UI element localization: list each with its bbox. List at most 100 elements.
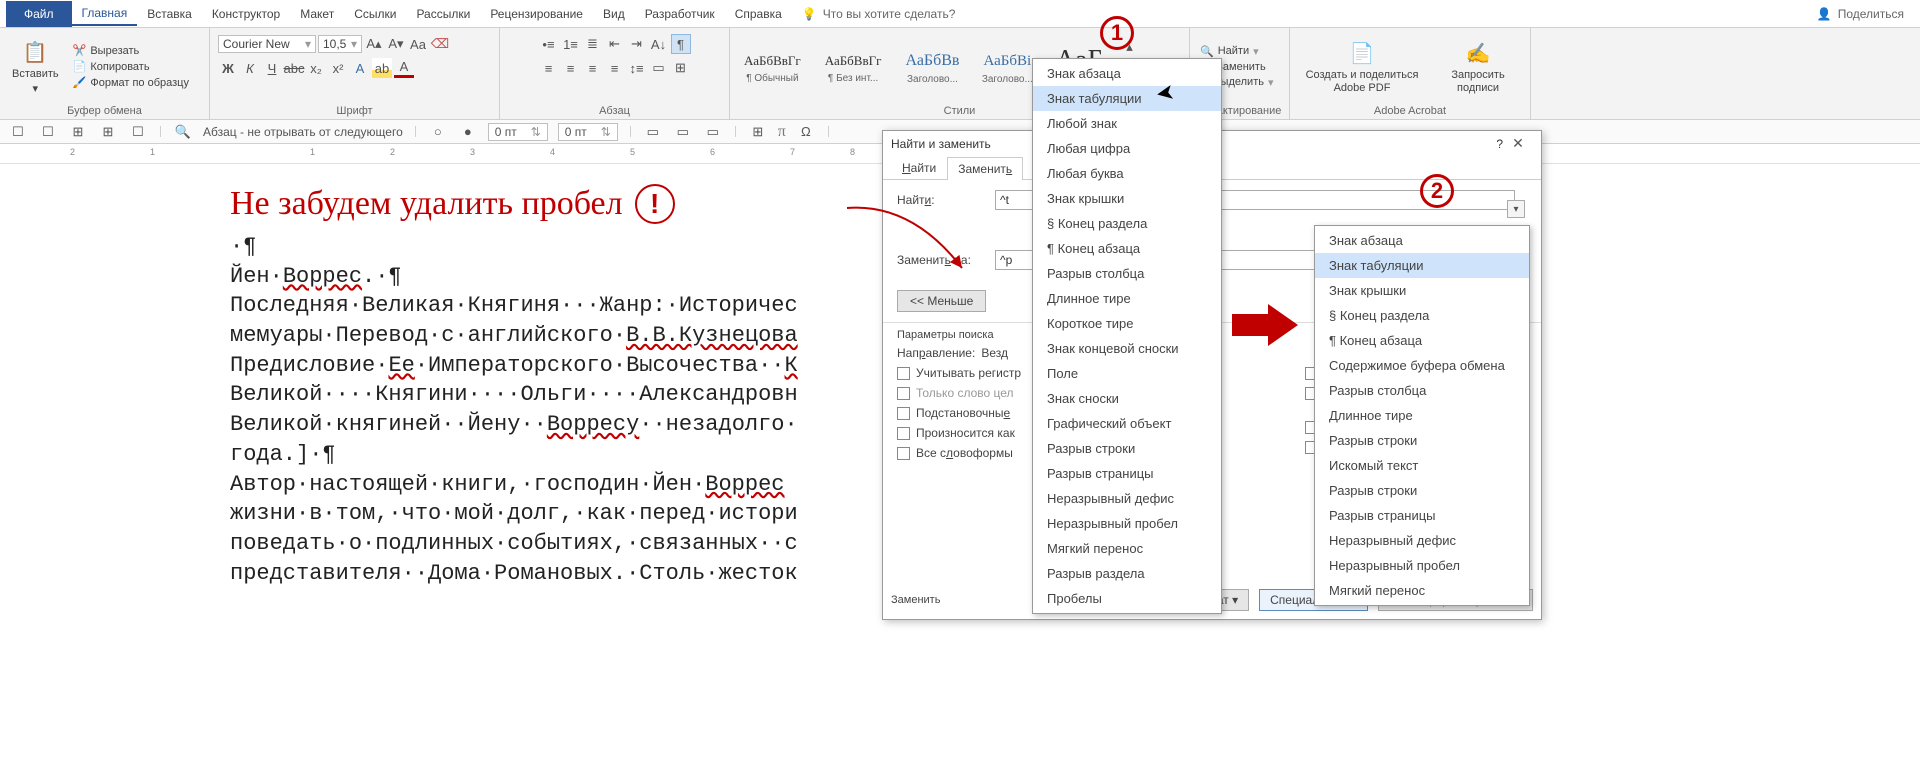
tab-review[interactable]: Рецензирование — [480, 3, 593, 25]
opt-radio-2[interactable]: ● — [458, 122, 478, 142]
tab-view[interactable]: Вид — [593, 3, 635, 25]
special-menu-item[interactable]: Графический объект — [1033, 411, 1221, 436]
style-nospacing[interactable]: АаБбВвГг¶ Без инт... — [817, 49, 890, 84]
find-button[interactable]: 🔍Найти▾ — [1196, 44, 1278, 59]
chk-forms[interactable]: Все словоформы — [897, 443, 1025, 463]
special-menu-item[interactable]: Разрыв строки — [1315, 428, 1529, 453]
special-menu-item[interactable]: Разрыв страницы — [1315, 503, 1529, 528]
tab-mailings[interactable]: Рассылки — [406, 3, 480, 25]
opt-d[interactable]: ⊞ — [748, 122, 768, 142]
indent-right-spin[interactable]: 0 пт⇅ — [558, 123, 618, 141]
numbering-button[interactable]: 1≡ — [561, 34, 581, 54]
subscript-button[interactable]: x₂ — [306, 58, 326, 78]
acrobat-create-button[interactable]: 📄 Создать и поделиться Adobe PDF — [1296, 37, 1428, 95]
clear-format-button[interactable]: ⌫ — [430, 34, 450, 54]
show-marks-button[interactable]: ¶ — [671, 34, 691, 54]
text-effects-button[interactable]: A — [350, 58, 370, 78]
opt-b[interactable]: ▭ — [673, 122, 693, 142]
special-menu-item[interactable]: § Конец раздела — [1315, 303, 1529, 328]
sort-button[interactable]: A↓ — [649, 34, 669, 54]
indent-left-spin[interactable]: 0 пт⇅ — [488, 123, 548, 141]
reveal-formatting-button[interactable]: 🔍 — [173, 122, 193, 142]
special-menu-item[interactable]: Длинное тире — [1033, 286, 1221, 311]
special-menu-item[interactable]: Разрыв страницы — [1033, 461, 1221, 486]
special-menu-item[interactable]: Разрыв строки — [1315, 478, 1529, 503]
multilevel-button[interactable]: ≣ — [583, 34, 603, 54]
superscript-button[interactable]: x² — [328, 58, 348, 78]
cut-button[interactable]: ✂️Вырезать — [69, 43, 193, 58]
opt-radio-1[interactable]: ○ — [428, 122, 448, 142]
special-menu-item[interactable]: Поле — [1033, 361, 1221, 386]
special-menu-item[interactable]: ¶ Конец абзаца — [1315, 328, 1529, 353]
style-heading1[interactable]: АаБбВвЗаголово... — [897, 48, 967, 85]
strike-button[interactable]: abc — [284, 58, 304, 78]
chk-wild[interactable]: Подстановочные — [897, 403, 1025, 423]
font-color-button[interactable]: A — [394, 58, 414, 78]
line-spacing-button[interactable]: ↕≡ — [627, 58, 647, 78]
shrink-font-button[interactable]: A▾ — [386, 34, 406, 54]
align-center-button[interactable]: ≡ — [561, 58, 581, 78]
special-menu-item[interactable]: Любой знак — [1033, 111, 1221, 136]
special-menu-item[interactable]: Искомый текст — [1315, 453, 1529, 478]
special-menu-item[interactable]: Любая цифра — [1033, 136, 1221, 161]
chk-case[interactable]: Учитывать регистр — [897, 363, 1025, 383]
tell-me[interactable]: 💡 Что вы хотите сделать? — [802, 7, 956, 21]
decrease-indent-button[interactable]: ⇤ — [605, 34, 625, 54]
special-menu-item[interactable]: Знак абзаца — [1033, 61, 1221, 86]
close-button[interactable]: ✕ — [1503, 135, 1533, 152]
special-menu-item[interactable]: Знак концевой сноски — [1033, 336, 1221, 361]
tab-design[interactable]: Конструктор — [202, 3, 290, 25]
tab-layout[interactable]: Макет — [290, 3, 344, 25]
less-button[interactable]: << Меньше — [897, 290, 986, 312]
special-menu-item[interactable]: Неразрывный дефис — [1033, 486, 1221, 511]
special-menu-item[interactable]: § Конец раздела — [1033, 211, 1221, 236]
underline-button[interactable]: Ч — [262, 58, 282, 78]
special-menu-item[interactable]: Знак сноски — [1033, 386, 1221, 411]
bullets-button[interactable]: •≡ — [539, 34, 559, 54]
tab-developer[interactable]: Разработчик — [635, 3, 725, 25]
style-heading2[interactable]: АаБбВіЗаголово... — [975, 49, 1039, 85]
opt-btn-4[interactable]: ⊞ — [98, 122, 118, 142]
dlg-tab-find[interactable]: Найти — [891, 156, 947, 179]
tab-home[interactable]: Главная — [72, 2, 138, 26]
chk-whole[interactable]: Только слово цел — [897, 383, 1025, 403]
special-menu-item[interactable]: Мягкий перенос — [1033, 536, 1221, 561]
special-menu-item[interactable]: Пробелы — [1033, 586, 1221, 611]
tab-help[interactable]: Справка — [725, 3, 792, 25]
pi-icon[interactable]: π — [778, 123, 786, 141]
acrobat-sign-button[interactable]: ✍️ Запросить подписи — [1432, 37, 1524, 95]
style-normal[interactable]: АаБбВвГг¶ Обычный — [736, 49, 809, 84]
special-menu-item[interactable]: Короткое тире — [1033, 311, 1221, 336]
paste-button[interactable]: 📋 Вставить ▾ — [6, 36, 65, 97]
copy-button[interactable]: 📄Копировать — [69, 59, 193, 74]
font-name-combo[interactable]: Courier New▾ — [218, 35, 316, 53]
borders-button[interactable]: ⊞ — [671, 58, 691, 78]
share-button[interactable]: 👤 Поделиться — [1817, 7, 1904, 21]
opt-omega[interactable]: Ω — [796, 122, 816, 142]
tab-file[interactable]: Файл — [6, 1, 72, 27]
special-menu-item[interactable]: ¶ Конец абзаца — [1033, 236, 1221, 261]
highlight-button[interactable]: ab — [372, 58, 392, 78]
direction-combo[interactable]: Везд — [981, 346, 1025, 360]
opt-btn-3[interactable]: ⊞ — [68, 122, 88, 142]
format-painter-button[interactable]: 🖌️Формат по образцу — [69, 75, 193, 90]
opt-c[interactable]: ▭ — [703, 122, 723, 142]
special-menu-item[interactable]: Любая буква — [1033, 161, 1221, 186]
align-left-button[interactable]: ≡ — [539, 58, 559, 78]
dlg-tab-replace[interactable]: Заменить — [947, 157, 1023, 180]
special-menu-item[interactable]: Разрыв строки — [1033, 436, 1221, 461]
opt-a[interactable]: ▭ — [643, 122, 663, 142]
opt-btn-2[interactable]: ☐ — [38, 122, 58, 142]
opt-btn-1[interactable]: ☐ — [8, 122, 28, 142]
special-menu-item[interactable]: Неразрывный пробел — [1315, 553, 1529, 578]
italic-button[interactable]: К — [240, 58, 260, 78]
special-menu-item[interactable]: Знак абзаца — [1315, 228, 1529, 253]
special-menu-item[interactable]: Длинное тире — [1315, 403, 1529, 428]
special-menu-item[interactable]: Разрыв столбца — [1033, 261, 1221, 286]
special-menu-item[interactable]: Мягкий перенос — [1315, 578, 1529, 603]
chk-sounds[interactable]: Произносится как — [897, 423, 1025, 443]
tab-insert[interactable]: Вставка — [137, 3, 202, 25]
justify-button[interactable]: ≡ — [605, 58, 625, 78]
special-menu-item[interactable]: Разрыв столбца — [1315, 378, 1529, 403]
font-size-combo[interactable]: 10,5▾ — [318, 35, 362, 53]
